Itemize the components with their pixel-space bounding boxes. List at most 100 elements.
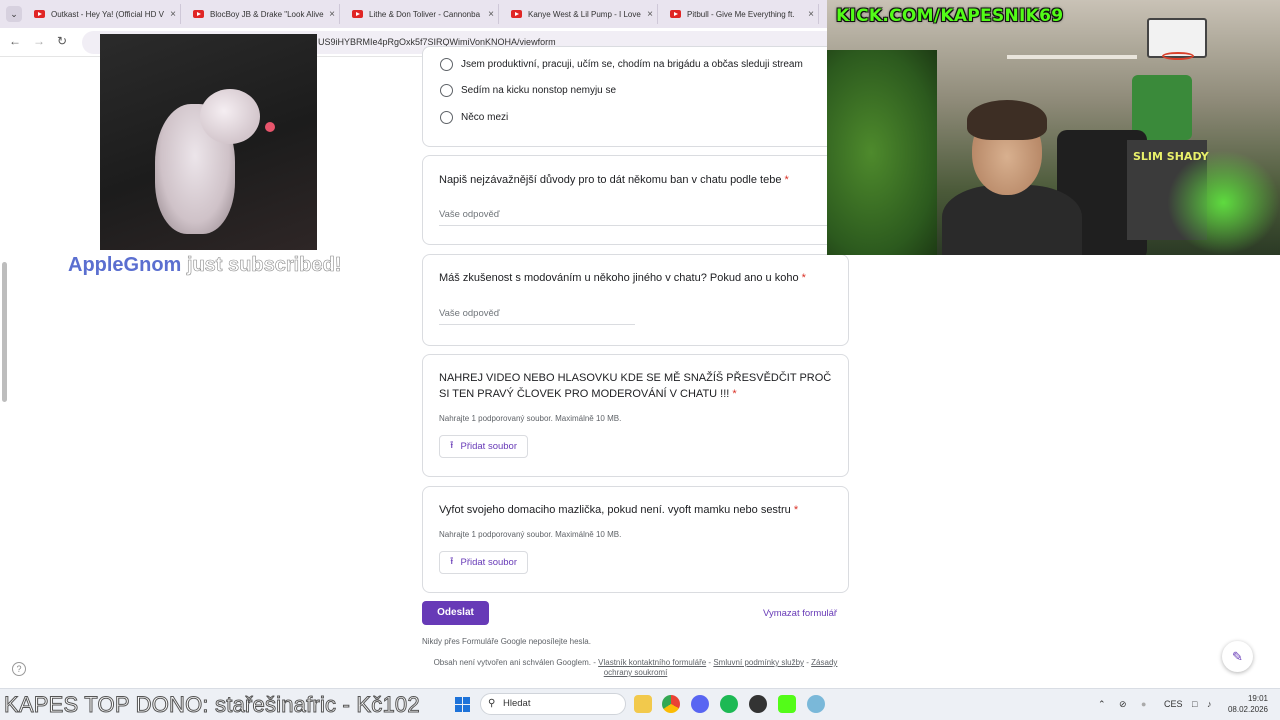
help-icon[interactable]: ? <box>12 662 26 676</box>
chrome-icon[interactable] <box>662 695 680 713</box>
rat-video-overlay <box>100 34 317 250</box>
windows-icon[interactable] <box>455 697 470 712</box>
plant <box>827 50 937 255</box>
microphone-icon[interactable]: ● <box>1141 699 1146 709</box>
display-icon[interactable]: □ <box>1192 699 1197 709</box>
question-card-activity: Jsem produktivní, pracuji, učím se, chod… <box>422 46 849 147</box>
clock-date: 08.02.2026 <box>1227 705 1268 714</box>
answer-input[interactable]: Vaše odpověď <box>439 209 834 226</box>
radio-button[interactable] <box>440 111 453 124</box>
footer-separator: - <box>806 658 809 667</box>
subscription-alert: AppleGnom just subscribed! <box>68 254 342 277</box>
close-tab-icon[interactable]: × <box>166 9 180 20</box>
youtube-icon <box>670 10 681 18</box>
tab-title: Lithe & Don Toliver - Cannonba <box>369 9 481 19</box>
question-text: Napiš nejzávažnější důvody pro to dát ně… <box>439 174 782 186</box>
radio-button[interactable] <box>440 84 453 97</box>
streamer-body <box>942 185 1082 255</box>
radio-option[interactable]: Sedím na kicku nonstop nemyju se <box>440 84 616 97</box>
kick-icon[interactable] <box>778 695 796 713</box>
close-tab-icon[interactable]: × <box>643 9 657 20</box>
question-card-pet: Vyfot svojeho domaciho mazlička, pokud n… <box>422 486 849 593</box>
browser-tab[interactable]: Kanye West & Lil Pump - I Love × <box>505 4 658 24</box>
question-text: Vyfot svojeho domaciho mazlička, pokud n… <box>439 504 791 516</box>
question-card-ban: Napiš nejzávažnější důvody pro to dát ně… <box>422 155 849 245</box>
poster-text: SLIM SHADY <box>1133 150 1209 163</box>
answer-input[interactable]: Vaše odpověď <box>439 308 635 325</box>
radio-option[interactable]: Něco mezi <box>440 111 508 124</box>
youtube-icon <box>34 10 45 18</box>
shelf <box>1007 55 1137 59</box>
upload-icon: ⭱ <box>450 440 454 451</box>
close-tab-icon[interactable]: × <box>484 9 498 20</box>
radio-label: Sedím na kicku nonstop nemyju se <box>461 85 617 96</box>
clear-form-link[interactable]: Vymazat formulář <box>763 608 837 619</box>
webcam-overlay <box>827 0 1280 255</box>
footer-link-owner[interactable]: Vlastník kontaktního formuláře <box>598 658 706 667</box>
scrollbar-thumb[interactable] <box>2 262 7 402</box>
rat-head <box>200 89 260 144</box>
streamer-hair <box>967 100 1047 140</box>
tab-title: Kanye West & Lil Pump - I Love <box>528 9 641 19</box>
radio-label: Jsem produktivní, pracuji, učím se, chod… <box>461 59 803 70</box>
radio-button[interactable] <box>440 58 453 71</box>
question-text: Máš zkušenost s modováním u někoho jinéh… <box>439 272 799 284</box>
tab-title: BlocBoy JB & Drake "Look Alive <box>210 9 324 19</box>
volume-icon[interactable]: ♪ <box>1207 699 1212 709</box>
forward-icon[interactable]: → <box>33 34 45 48</box>
question-title: NAHREJ VIDEO NEBO HLASOVKU KDE SE MĚ SNA… <box>439 370 839 402</box>
browser-tab[interactable]: Pitbull - Give Me Everything ft. × <box>664 4 819 24</box>
search-placeholder: Hledat <box>503 698 531 709</box>
add-file-button[interactable]: ⭱ Přidat soubor <box>439 551 529 574</box>
network-off-icon[interactable]: ⊘ <box>1119 699 1127 710</box>
tab-title: Outkast - Hey Ya! (Official HD V <box>51 9 164 19</box>
obs-icon[interactable] <box>749 695 767 713</box>
tray-chevron-icon[interactable]: ⌃ <box>1098 699 1106 710</box>
clock[interactable]: 19:01 08.02.2026 <box>1222 693 1268 715</box>
add-file-button[interactable]: ⭱ Přidat soubor <box>439 435 529 458</box>
question-title: Vyfot svojeho domaciho mazlička, pokud n… <box>439 502 798 518</box>
radio-option[interactable]: Jsem produktivní, pracuji, učím se, chod… <box>440 58 803 71</box>
language-indicator[interactable]: CES <box>1164 699 1183 709</box>
footer-disclaimer: Obsah není vytvořen ani schválen Googlem… <box>433 658 596 667</box>
reload-icon[interactable]: ↻ <box>57 34 67 48</box>
hoop-ring <box>1162 52 1194 60</box>
rat-nose <box>265 122 275 132</box>
page-scrollbar[interactable] <box>1270 258 1278 688</box>
taskbar-search[interactable]: ⚲ Hledat <box>480 693 626 715</box>
submit-button[interactable]: Odeslat <box>422 601 489 625</box>
question-card-mod: Máš zkušenost s modováním u někoho jinéh… <box>422 254 849 346</box>
question-text: NAHREJ VIDEO NEBO HLASOVKU KDE SE MĚ SNA… <box>439 372 832 400</box>
required-marker: * <box>732 388 737 400</box>
youtube-icon <box>193 10 204 18</box>
upload-icon: ⭱ <box>450 556 454 567</box>
footer-link-terms[interactable]: Smluvní podmínky služby <box>713 658 804 667</box>
youtube-icon <box>511 10 522 18</box>
kick-handle: KICK.COM/KAPESNIK69 <box>836 6 1064 26</box>
form-footer: Obsah není vytvořen ani schválen Googlem… <box>422 658 849 678</box>
close-tab-icon[interactable]: × <box>804 9 818 20</box>
upload-hint: Nahrajte 1 podporovaný soubor. Maximálně… <box>439 530 622 539</box>
top-donation-banner: KAPES TOP DONO: stařešinafric - Kč102 <box>4 692 421 718</box>
spotify-icon[interactable] <box>720 695 738 713</box>
required-marker: * <box>793 504 799 516</box>
app-icon[interactable] <box>807 695 825 713</box>
browser-tab[interactable]: Outkast - Hey Ya! (Official HD V × <box>28 4 181 24</box>
discord-icon[interactable] <box>691 695 709 713</box>
question-card-video: NAHREJ VIDEO NEBO HLASOVKU KDE SE MĚ SNA… <box>422 354 849 477</box>
browser-tab[interactable]: Lithe & Don Toliver - Cannonba × <box>346 4 499 24</box>
footer-separator: - <box>708 658 712 667</box>
tab-title: Pitbull - Give Me Everything ft. <box>687 9 795 19</box>
back-icon[interactable]: ← <box>9 34 21 48</box>
browser-tab[interactable]: BlocBoy JB & Drake "Look Alive × <box>187 4 340 24</box>
tab-search-icon[interactable]: ⌄ <box>6 6 22 22</box>
file-explorer-icon[interactable] <box>634 695 652 713</box>
add-file-label: Přidat soubor <box>460 441 518 452</box>
subscribe-text: just subscribed! <box>186 254 342 277</box>
edit-icon[interactable]: ✎ <box>1222 641 1253 672</box>
add-file-label: Přidat soubor <box>460 557 518 568</box>
youtube-icon <box>352 10 363 18</box>
question-title: Máš zkušenost s modováním u někoho jinéh… <box>439 270 806 286</box>
close-tab-icon[interactable]: × <box>325 9 339 20</box>
search-icon: ⚲ <box>488 698 496 709</box>
